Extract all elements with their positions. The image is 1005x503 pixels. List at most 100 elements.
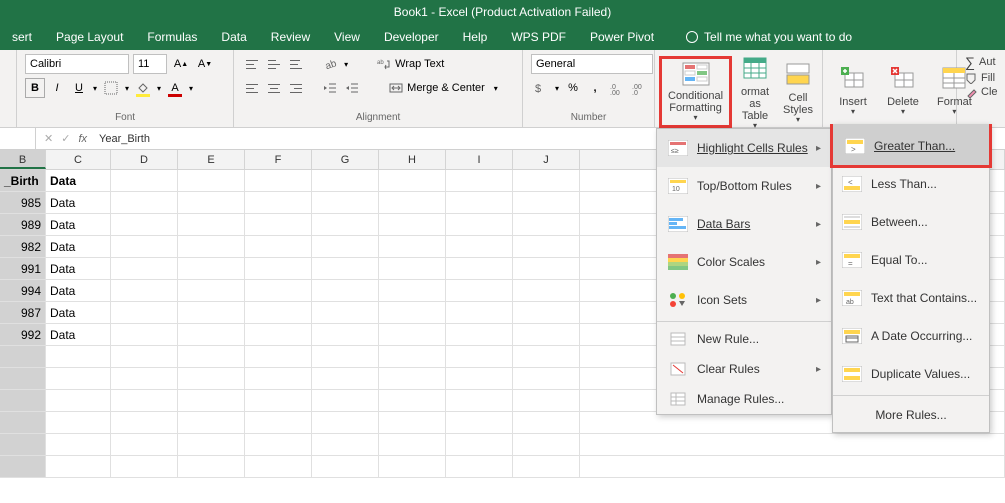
cell[interactable] — [245, 368, 312, 390]
column-header-H[interactable]: H — [379, 150, 446, 169]
column-header-F[interactable]: F — [245, 150, 312, 169]
cell[interactable] — [178, 456, 245, 478]
cell[interactable] — [46, 456, 111, 478]
cell[interactable]: 989 — [0, 214, 46, 236]
cell[interactable] — [178, 390, 245, 412]
cell[interactable] — [312, 192, 379, 214]
cell[interactable] — [245, 324, 312, 346]
cell[interactable] — [513, 434, 580, 456]
cell[interactable] — [0, 390, 46, 412]
cell[interactable]: 987 — [0, 302, 46, 324]
submenu-less-than[interactable]: < Less Than... — [833, 165, 989, 203]
cancel-formula-icon[interactable]: ✕ — [44, 132, 53, 145]
menu-top-bottom-rules[interactable]: 10 Top/Bottom Rules ▸ — [657, 167, 831, 205]
cell[interactable] — [446, 280, 513, 302]
cell[interactable] — [178, 434, 245, 456]
column-header-E[interactable]: E — [178, 150, 245, 169]
menu-highlight-cells-rules[interactable]: ≤≥ Highlight Cells Rules ▸ — [657, 129, 831, 167]
cell[interactable]: Data — [46, 192, 111, 214]
enter-formula-icon[interactable]: ✓ — [61, 132, 70, 145]
cell[interactable] — [446, 324, 513, 346]
merge-center-button[interactable]: Merge & Center — [384, 78, 490, 98]
column-header-G[interactable]: G — [312, 150, 379, 169]
cell[interactable] — [446, 368, 513, 390]
cell[interactable] — [111, 368, 178, 390]
cell[interactable] — [379, 280, 446, 302]
orientation-button[interactable]: ab — [320, 54, 340, 74]
cell[interactable] — [178, 192, 245, 214]
cell[interactable] — [513, 280, 580, 302]
cell[interactable] — [446, 192, 513, 214]
align-center-button[interactable] — [264, 78, 284, 98]
tell-me-search[interactable]: Tell me what you want to do — [686, 30, 852, 44]
cell[interactable] — [178, 368, 245, 390]
cell[interactable]: Data — [46, 302, 111, 324]
conditional-formatting-button[interactable]: Conditional Formatting ▾ — [659, 56, 732, 128]
cell[interactable]: Data — [46, 170, 111, 192]
insert-cells-button[interactable]: Insert ▾ — [831, 60, 875, 119]
align-right-button[interactable] — [286, 78, 306, 98]
decrease-indent-button[interactable] — [320, 78, 340, 98]
clear-button[interactable]: Cle — [965, 86, 998, 98]
align-bottom-button[interactable] — [286, 54, 306, 74]
decrease-decimal-button[interactable]: .00.0 — [629, 78, 649, 98]
cell[interactable] — [513, 258, 580, 280]
tab-developer[interactable]: Developer — [372, 24, 451, 50]
cell[interactable]: 994 — [0, 280, 46, 302]
cell[interactable] — [379, 170, 446, 192]
cell[interactable] — [178, 302, 245, 324]
cell[interactable] — [312, 214, 379, 236]
underline-button[interactable]: U — [69, 78, 89, 98]
cell[interactable] — [46, 434, 111, 456]
borders-button[interactable] — [101, 78, 121, 98]
cell[interactable] — [513, 214, 580, 236]
italic-button[interactable]: I — [47, 78, 67, 98]
menu-new-rule[interactable]: New Rule... — [657, 324, 831, 354]
cell[interactable] — [513, 236, 580, 258]
cell[interactable] — [245, 390, 312, 412]
cell[interactable] — [111, 170, 178, 192]
cell[interactable] — [245, 280, 312, 302]
cell[interactable] — [513, 368, 580, 390]
cell[interactable] — [46, 412, 111, 434]
cell[interactable] — [111, 302, 178, 324]
cell[interactable] — [46, 390, 111, 412]
cell[interactable] — [379, 434, 446, 456]
cell[interactable] — [580, 434, 1005, 456]
cell[interactable] — [178, 412, 245, 434]
increase-font-size-button[interactable]: A▲ — [171, 54, 191, 74]
align-left-button[interactable] — [242, 78, 262, 98]
cell-styles-button[interactable]: Cell Styles ▾ — [778, 56, 818, 127]
fill-button[interactable]: Fill — [965, 72, 995, 84]
cell[interactable] — [178, 236, 245, 258]
cell[interactable] — [446, 456, 513, 478]
cell[interactable] — [446, 434, 513, 456]
cell[interactable]: 991 — [0, 258, 46, 280]
merge-dropdown[interactable]: ▾ — [492, 78, 500, 98]
fx-icon[interactable]: fx — [78, 133, 87, 145]
cell[interactable] — [0, 456, 46, 478]
cell[interactable] — [0, 412, 46, 434]
cell[interactable] — [580, 456, 1005, 478]
format-as-table-button[interactable]: ormat as Table ▾ — [732, 50, 778, 133]
cell[interactable] — [245, 302, 312, 324]
cell[interactable] — [513, 390, 580, 412]
cell[interactable] — [111, 434, 178, 456]
cell[interactable] — [446, 236, 513, 258]
cell[interactable] — [379, 258, 446, 280]
cell[interactable] — [111, 214, 178, 236]
cell[interactable] — [178, 324, 245, 346]
cell[interactable] — [312, 236, 379, 258]
increase-decimal-button[interactable]: .0.00 — [607, 78, 627, 98]
cell[interactable] — [111, 456, 178, 478]
cell[interactable]: 982 — [0, 236, 46, 258]
accounting-format-button[interactable]: $ — [531, 78, 551, 98]
column-header-I[interactable]: I — [446, 150, 513, 169]
tab-wps-pdf[interactable]: WPS PDF — [499, 24, 578, 50]
menu-data-bars[interactable]: Data Bars ▸ — [657, 205, 831, 243]
cell[interactable] — [379, 456, 446, 478]
cell[interactable] — [312, 258, 379, 280]
font-size-select[interactable] — [133, 54, 167, 74]
cell[interactable] — [178, 346, 245, 368]
cell[interactable] — [379, 390, 446, 412]
